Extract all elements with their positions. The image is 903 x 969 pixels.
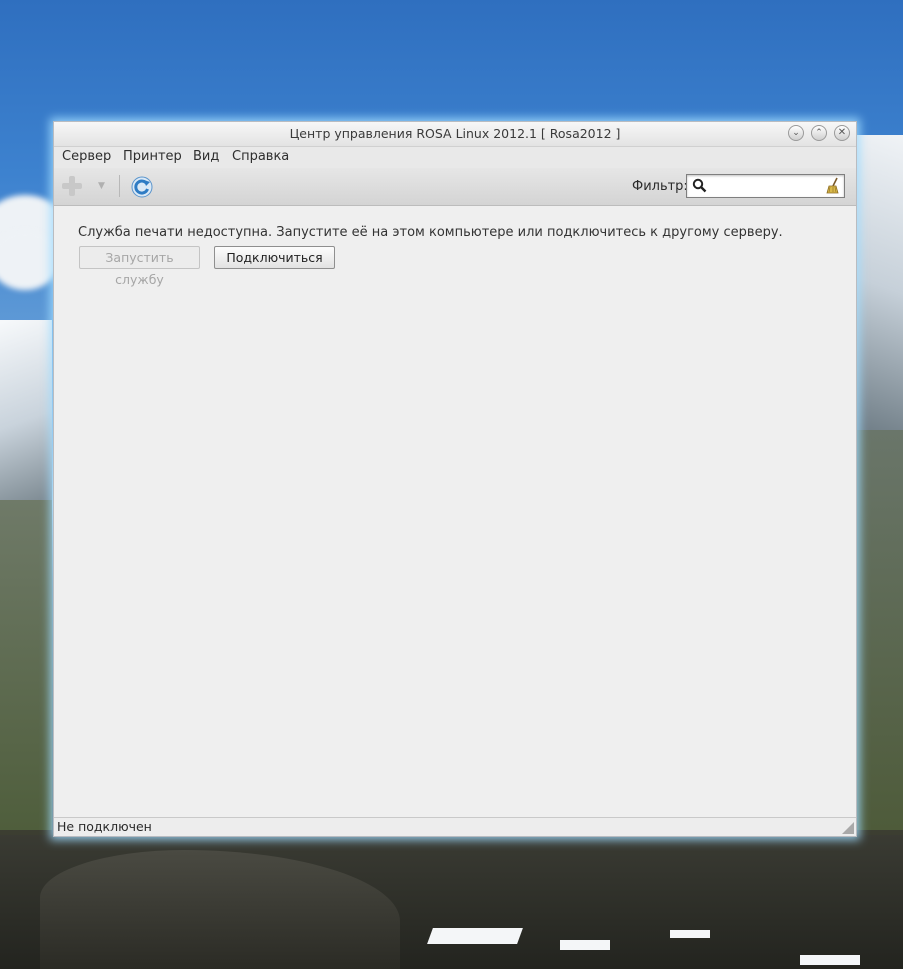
resize-grip-icon[interactable] [842, 822, 854, 834]
connection-status: Не подключен [57, 819, 152, 834]
menu-view[interactable]: Вид [193, 149, 219, 164]
menu-bar: Сервер Принтер Вид Справка [54, 147, 856, 168]
clear-broom-icon[interactable] [826, 177, 840, 194]
toolbar-separator [119, 175, 120, 197]
menu-help[interactable]: Справка [232, 149, 289, 164]
start-service-button[interactable]: Запустить службу [79, 246, 200, 287]
title-bar[interactable]: Центр управления ROSA Linux 2012.1 [ Ros… [54, 122, 856, 147]
window-title: Центр управления ROSA Linux 2012.1 [ Ros… [289, 126, 621, 141]
menu-printer[interactable]: Принтер [123, 149, 182, 164]
status-bar: Не подключен [54, 817, 856, 836]
close-icon[interactable]: ✕ [834, 125, 850, 141]
minimize-icon[interactable]: ⌄ [788, 125, 804, 141]
dropdown-arrow-icon[interactable]: ▼ [98, 181, 105, 191]
menu-server[interactable]: Сервер [62, 149, 111, 164]
add-printer-icon[interactable] [62, 176, 82, 196]
main-content: Служба печати недоступна. Запустите её н… [54, 206, 856, 817]
toolbar: ▼ Фильтр: [54, 168, 856, 206]
filter-field[interactable] [686, 174, 845, 198]
search-icon [692, 178, 707, 193]
filter-input[interactable] [711, 177, 821, 194]
printer-control-window: Центр управления ROSA Linux 2012.1 [ Ros… [53, 121, 857, 837]
filter-label: Фильтр: [632, 179, 688, 194]
connect-button[interactable]: Подключиться [214, 246, 335, 269]
service-unavailable-message: Служба печати недоступна. Запустите её н… [78, 225, 783, 240]
maximize-icon[interactable]: ⌃ [811, 125, 827, 141]
refresh-icon[interactable] [131, 176, 153, 198]
